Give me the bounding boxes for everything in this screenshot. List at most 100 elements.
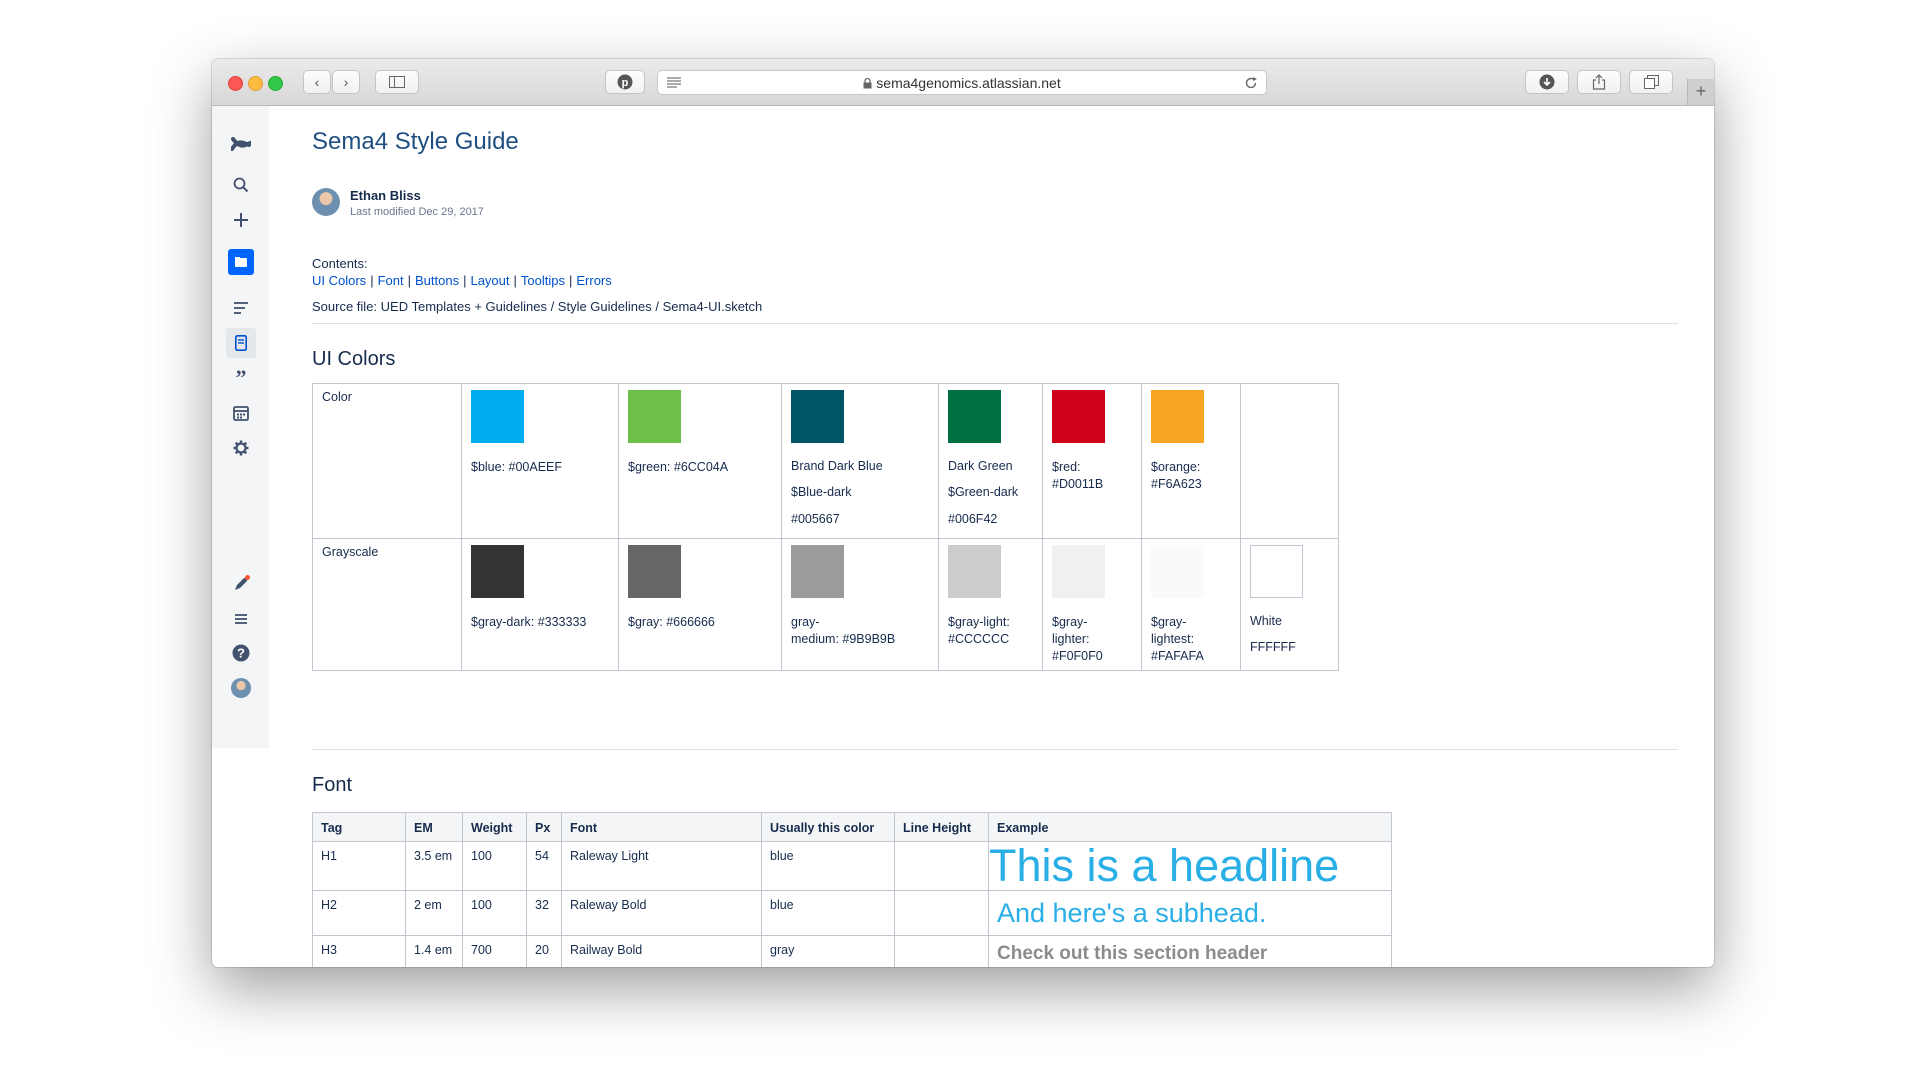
color-label-line: #005667 [791, 511, 840, 526]
settings-gear-icon[interactable] [226, 433, 256, 463]
table-cell [894, 935, 989, 967]
column-header: EM [405, 812, 463, 842]
back-button[interactable]: ‹ [303, 70, 331, 94]
zoom-window-button[interactable] [268, 76, 283, 91]
table-cell: 100 [462, 841, 527, 891]
color-swatch [791, 544, 844, 598]
color-label-line: $gray: #666666 [628, 614, 715, 629]
minimize-window-button[interactable] [248, 76, 263, 91]
toc-link-buttons[interactable]: Buttons [415, 273, 459, 288]
table-row: H3 1.4 em 700 20 Railway Bold gray Check out t… [312, 935, 1392, 967]
table-cell: gray [761, 935, 895, 967]
table-cell: 1.4 em [405, 935, 463, 967]
confluence-sidebar: ” ? [212, 106, 269, 748]
color-label-line: #F6A623 [1151, 476, 1202, 491]
color-swatch [1151, 544, 1204, 598]
confluence-logo-icon[interactable] [226, 129, 256, 159]
color-swatch-cell: Dark Green $Green-dark #006F42 [938, 383, 1043, 539]
color-swatch-cell: $gray-light: #CCCCCC [938, 537, 1043, 672]
calendar-icon[interactable] [226, 398, 256, 428]
color-label-line: medium: #9B9B9B [791, 631, 896, 646]
color-swatch-cell: $orange: #F6A623 [1141, 383, 1241, 539]
search-icon[interactable] [226, 170, 256, 200]
author-avatar[interactable] [312, 188, 340, 216]
download-icon [1539, 74, 1555, 90]
color-label-line: #F0F0F0 [1052, 648, 1103, 663]
color-swatch [1052, 544, 1105, 598]
rocket-icon[interactable] [226, 569, 256, 599]
color-label-line: gray- [791, 614, 820, 629]
space-icon[interactable] [226, 247, 256, 277]
avatar[interactable] [226, 673, 256, 703]
color-row-label: Grayscale [312, 537, 462, 672]
menu-icon[interactable] [226, 604, 256, 634]
address-bar[interactable]: sema4genomics.atlassian.net [657, 70, 1267, 95]
table-row: H2 2 em 100 32 Raleway Bold blue And here's a … [312, 890, 1392, 936]
close-window-button[interactable] [228, 76, 243, 91]
color-swatch [471, 544, 524, 598]
table-cell: Raleway Bold [561, 890, 762, 936]
color-swatch [628, 390, 681, 443]
tabs-overview-button[interactable] [1629, 70, 1673, 94]
last-modified[interactable]: Last modified Dec 29, 2017 [350, 206, 484, 218]
page-icon[interactable] [226, 328, 256, 358]
column-header: Tag [312, 812, 406, 842]
color-swatch [1151, 390, 1204, 443]
quote-icon[interactable]: ” [226, 363, 256, 393]
pinterest-button[interactable]: p [605, 70, 645, 94]
color-swatch-cell [1240, 383, 1339, 539]
color-label-line: #006F42 [948, 511, 998, 526]
color-swatch [948, 544, 1001, 598]
toc-link-errors[interactable]: Errors [576, 273, 611, 288]
color-label-line: lighter: [1052, 631, 1090, 646]
toc-link-ui-colors[interactable]: UI Colors [312, 273, 366, 288]
page-title: Sema4 Style Guide [312, 128, 519, 155]
forward-button[interactable]: › [332, 70, 360, 94]
color-swatch-cell: Brand Dark Blue $Blue-dark #005667 [781, 383, 939, 539]
color-swatch [471, 390, 524, 443]
font-example: This is a headline [988, 841, 1392, 891]
author-name[interactable]: Ethan Bliss [350, 188, 421, 203]
create-plus-icon[interactable] [226, 205, 256, 235]
table-cell: 2 em [405, 890, 463, 936]
tabs-icon [1643, 75, 1659, 89]
pages-icon[interactable] [226, 293, 256, 323]
color-swatch-cell: gray-medium: #9B9B9B [781, 537, 939, 672]
table-cell: Railway Bold [561, 935, 762, 967]
new-tab-button[interactable]: + [1687, 79, 1714, 105]
toc-link-tooltips[interactable]: Tooltips [521, 273, 565, 288]
font-example: Check out this section header [988, 935, 1392, 967]
color-swatch-cell: $gray: #666666 [618, 537, 782, 672]
color-label-line: #D0011B [1052, 476, 1104, 491]
help-icon[interactable]: ? [226, 638, 256, 668]
table-cell [894, 890, 989, 936]
color-swatch-cell: $green: #6CC04A [618, 383, 782, 539]
color-label-line: Dark Green [948, 459, 1013, 473]
table-cell: Raleway Light [561, 841, 762, 891]
toc-link-font[interactable]: Font [378, 273, 404, 288]
color-label-line: $red: [1052, 460, 1081, 474]
color-label-line: $Blue-dark [791, 485, 852, 500]
column-header: Px [526, 812, 562, 842]
table-cell: 100 [462, 890, 527, 936]
color-swatch-cell: $gray-lighter: #F0F0F0 [1042, 537, 1142, 672]
table-cell: H2 [312, 890, 406, 936]
color-swatch-cell: $gray-dark: #333333 [461, 537, 619, 672]
color-label-line: White [1250, 613, 1282, 628]
downloads-button[interactable] [1525, 70, 1569, 94]
toc-link-layout[interactable]: Layout [470, 273, 509, 288]
url-text: sema4genomics.atlassian.net [876, 75, 1061, 91]
share-button[interactable] [1577, 70, 1621, 94]
plus-icon: + [1695, 81, 1707, 101]
chevron-left-icon: ‹ [314, 74, 320, 90]
page-content: Sema4 Style Guide Ethan Bliss Last modif… [312, 106, 1714, 967]
browser-titlebar: ‹ › p sema4genomics.atlassian.net + [212, 59, 1714, 106]
color-swatch-cell: $red: #D0011B [1042, 383, 1142, 539]
color-label-line: $gray- [1052, 614, 1088, 629]
ui-colors-heading: UI Colors [312, 348, 396, 370]
ui-colors-table: Color $blue: #00AEEF $green: #6CC04A Brand … [312, 383, 1339, 672]
sidebar-toggle-button[interactable] [375, 70, 419, 94]
table-cell: 700 [462, 935, 527, 967]
color-swatch [948, 390, 1001, 443]
reload-icon[interactable] [1244, 76, 1258, 90]
